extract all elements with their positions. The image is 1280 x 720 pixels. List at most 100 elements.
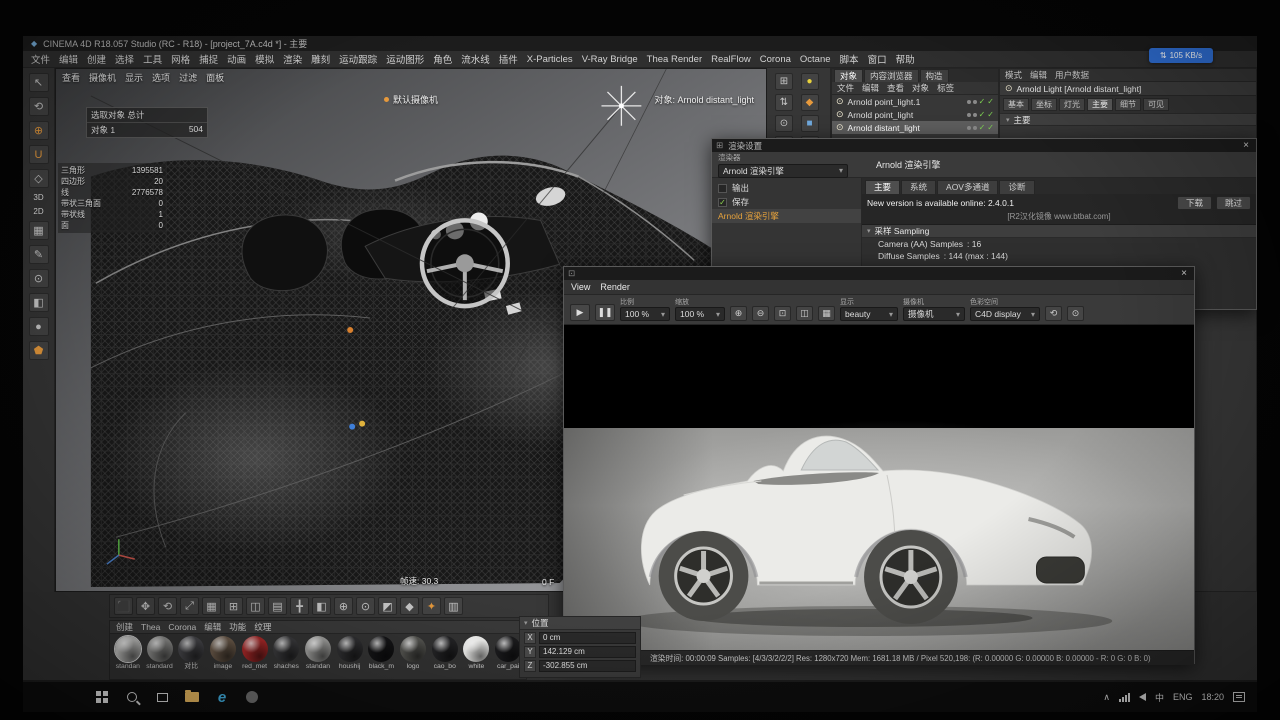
clone-icon[interactable]: ⊞ bbox=[224, 597, 243, 615]
checkbox-icon[interactable]: ✓ bbox=[718, 197, 727, 207]
snap-icon[interactable]: ⊕ bbox=[28, 121, 49, 140]
sun-icon[interactable]: ◆ bbox=[800, 94, 819, 111]
menu-item[interactable]: 运动图形 bbox=[386, 52, 424, 66]
param-value[interactable]: : 16 bbox=[967, 239, 981, 249]
close-icon[interactable]: × bbox=[1240, 140, 1252, 151]
light-icon[interactable]: ● bbox=[800, 73, 819, 90]
clock[interactable]: 18:20 bbox=[1201, 692, 1224, 702]
menu-item[interactable]: 选择 bbox=[115, 52, 134, 66]
skip-button[interactable]: 跳过 bbox=[1215, 196, 1251, 210]
swap-icon[interactable]: ⇅ bbox=[775, 94, 793, 111]
start-button[interactable] bbox=[87, 682, 117, 712]
check-icon[interactable]: ✓ bbox=[979, 123, 986, 132]
rs-tab[interactable]: AOV多通道 bbox=[937, 180, 999, 194]
menu-item[interactable]: 流水线 bbox=[461, 52, 490, 66]
render-view-titlebar[interactable]: ⊡ × bbox=[564, 267, 1194, 280]
search-button[interactable] bbox=[117, 682, 147, 712]
viewport-menu-item[interactable]: 过滤 bbox=[179, 71, 197, 84]
check-icon[interactable]: ✓ bbox=[979, 110, 986, 119]
menu-item[interactable]: 角色 bbox=[433, 52, 452, 66]
display-dropdown[interactable]: beauty ▾ bbox=[840, 307, 898, 321]
net-speed-badge[interactable]: ⇅ 105 KB/s bbox=[1149, 48, 1213, 63]
star-mode-icon[interactable]: ✦ bbox=[422, 597, 441, 615]
menu-item[interactable]: 帮助 bbox=[896, 52, 915, 66]
cube-mode-icon[interactable]: ⬛ bbox=[114, 597, 133, 615]
menu-item[interactable]: 渲染 bbox=[283, 52, 302, 66]
material-menu-item[interactable]: 功能 bbox=[229, 621, 246, 633]
rotate-mode-icon[interactable]: ⟲ bbox=[158, 597, 177, 615]
material-menu-item[interactable]: Thea bbox=[141, 622, 160, 632]
param-value[interactable]: : 144 (max : 144) bbox=[944, 251, 1008, 261]
am-tab[interactable]: 灯光 bbox=[1059, 98, 1085, 111]
viewport-menu-item[interactable]: 摄像机 bbox=[89, 71, 116, 84]
om-menu-item[interactable]: 查看 bbox=[887, 82, 904, 94]
scale-dropdown[interactable]: 100 % ▾ bbox=[620, 307, 670, 321]
edge-button[interactable]: e bbox=[207, 682, 237, 712]
magnet-icon[interactable]: U bbox=[28, 145, 49, 164]
material-item[interactable]: standan bbox=[302, 636, 334, 671]
material-menu-item[interactable]: 编辑 bbox=[204, 621, 221, 633]
coord-x-input[interactable]: 0 cm bbox=[539, 631, 636, 644]
am-tab[interactable]: 坐标 bbox=[1031, 98, 1057, 111]
lattice-icon[interactable]: ▤ bbox=[268, 597, 287, 615]
zoom-out-icon[interactable]: ⊖ bbox=[752, 306, 769, 321]
split-icon[interactable]: ◫ bbox=[246, 597, 265, 615]
material-item[interactable]: standard bbox=[144, 636, 176, 671]
check-icon[interactable]: ✓ bbox=[987, 110, 994, 119]
menu-item[interactable]: 窗口 bbox=[868, 52, 887, 66]
material-item[interactable]: shaches bbox=[270, 636, 302, 671]
menu-item[interactable]: 动画 bbox=[227, 52, 246, 66]
move-mode-icon[interactable]: ✥ bbox=[136, 597, 155, 615]
material-item[interactable]: white bbox=[461, 636, 493, 671]
point-tool-icon[interactable]: ● bbox=[28, 317, 49, 336]
om-tab[interactable]: 内容浏览器 bbox=[864, 69, 919, 82]
om-tab[interactable]: 构造 bbox=[919, 69, 949, 82]
object-row-selected[interactable]: ⊙ Arnold distant_light ✓ ✓ bbox=[832, 121, 998, 134]
material-item[interactable]: 对比 bbox=[175, 636, 207, 671]
ime-indicator[interactable]: 中 bbox=[1155, 691, 1164, 704]
am-tab[interactable]: 细节 bbox=[1115, 98, 1141, 111]
app-button[interactable] bbox=[237, 682, 267, 712]
material-item[interactable]: logo bbox=[397, 636, 429, 671]
menu-item[interactable]: 网格 bbox=[171, 52, 190, 66]
mode-3d-label[interactable]: 3D bbox=[33, 193, 43, 202]
menu-item[interactable]: 脚本 bbox=[840, 52, 859, 66]
menu-item[interactable]: 捕捉 bbox=[199, 52, 218, 66]
viewport-menu-item[interactable]: 显示 bbox=[125, 71, 143, 84]
fit-icon[interactable]: ⊡ bbox=[774, 306, 791, 321]
menu-item[interactable]: 创建 bbox=[87, 52, 106, 66]
snap2-icon[interactable]: ⊕ bbox=[334, 597, 353, 615]
workplane-icon[interactable]: ◧ bbox=[312, 597, 331, 615]
menu-item[interactable]: Thea Render bbox=[647, 54, 702, 65]
om-menu-item[interactable]: 标签 bbox=[937, 82, 954, 94]
sidebar-item-save[interactable]: ✓ 保存 bbox=[712, 195, 861, 209]
tray-expand-icon[interactable]: ∧ bbox=[1103, 692, 1110, 703]
coord-y-input[interactable]: 142.129 cm bbox=[539, 645, 636, 658]
check-icon[interactable]: ✓ bbox=[987, 123, 994, 132]
object-row[interactable]: ⊙ Arnold point_light.1 ✓ ✓ bbox=[832, 95, 998, 108]
material-item[interactable]: red_met bbox=[239, 636, 271, 671]
rv-menu-item[interactable]: Render bbox=[600, 282, 630, 292]
spline-tool-icon[interactable]: ⬟ bbox=[28, 341, 49, 360]
dot-mode-icon[interactable]: ⊙ bbox=[356, 597, 375, 615]
mode-2d-label[interactable]: 2D bbox=[33, 207, 43, 216]
scale-mode-icon[interactable]: ⤢ bbox=[180, 597, 199, 615]
om-menu-item[interactable]: 编辑 bbox=[862, 82, 879, 94]
grid-icon[interactable]: ⊞ bbox=[775, 73, 793, 90]
menu-item[interactable]: 雕刻 bbox=[311, 52, 330, 66]
target-icon[interactable]: ⊙ bbox=[775, 115, 793, 132]
sidebar-item-output[interactable]: 输出 bbox=[712, 181, 861, 195]
region-icon[interactable]: ▦ bbox=[818, 306, 835, 321]
menu-item[interactable]: 运动跟踪 bbox=[339, 52, 377, 66]
sampling-header[interactable]: ▾ 采样 Sampling bbox=[862, 225, 1256, 238]
renderer-dropdown[interactable]: Arnold 渲染引擎 ▾ bbox=[718, 163, 848, 178]
check-icon[interactable]: ✓ bbox=[987, 97, 994, 106]
menu-item[interactable]: V-Ray Bridge bbox=[582, 54, 638, 65]
material-item[interactable]: cao_bo bbox=[429, 636, 461, 671]
viewport-menu-item[interactable]: 面板 bbox=[206, 71, 224, 84]
rs-tab[interactable]: 系统 bbox=[901, 180, 937, 194]
volume-icon[interactable] bbox=[1138, 693, 1146, 701]
material-menu-item[interactable]: Corona bbox=[168, 622, 196, 632]
material-item[interactable]: houshij bbox=[334, 636, 366, 671]
file-explorer-button[interactable] bbox=[177, 682, 207, 712]
